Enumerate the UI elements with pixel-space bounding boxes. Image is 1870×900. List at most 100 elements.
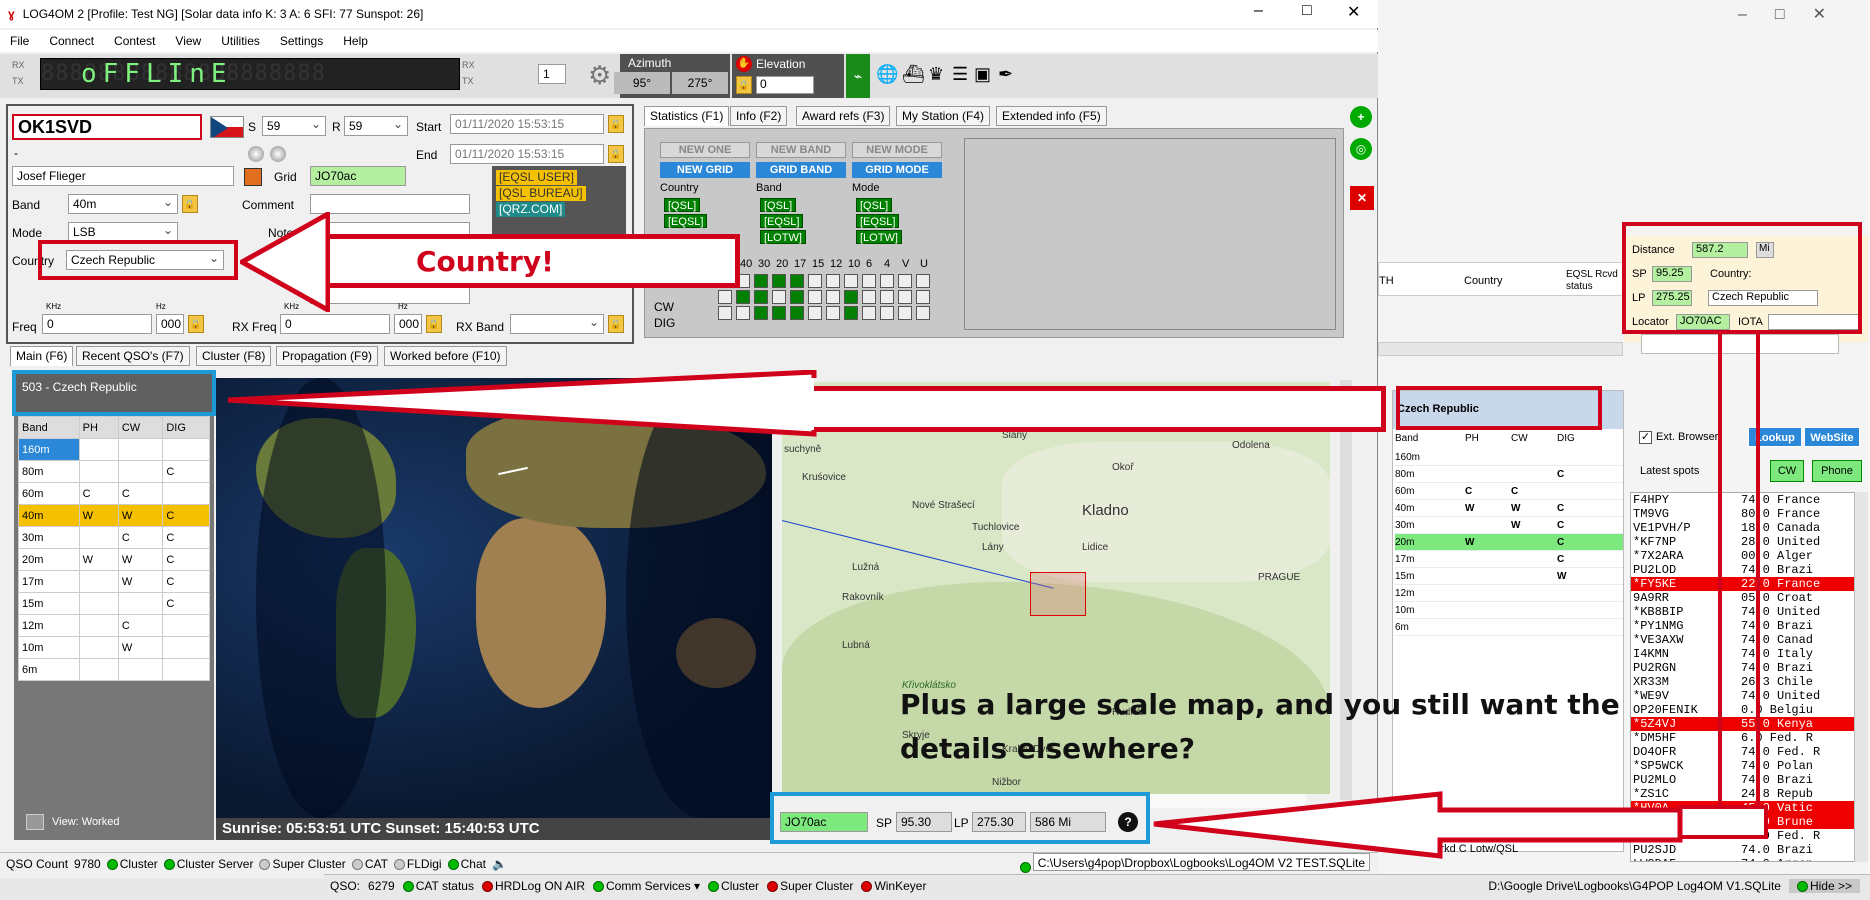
cw-filter-button[interactable]: CW [1770,460,1804,482]
status-cluster-server[interactable]: Cluster Server [163,857,253,871]
band-row[interactable]: 30m C C [18,526,210,549]
spots-scrollbar[interactable] [1854,492,1868,862]
tape-icon[interactable]: ▣ [974,64,991,85]
globe-icon[interactable]: 🌐 [876,64,898,85]
help-icon[interactable]: ? [1118,812,1138,832]
rst-sent-select[interactable]: 59 [262,116,326,136]
qsl-bureau-link[interactable]: [QSL BUREAU] [496,186,586,201]
tab-statistics[interactable]: Statistics (F1) [644,106,730,126]
minimize-button[interactable]: – [1254,2,1263,20]
new-grid-button[interactable]: NEW GRID [660,162,750,178]
hide-button[interactable]: Hide >> [1788,878,1860,893]
stop-icon[interactable]: ✋ [736,56,752,72]
grid-input[interactable]: JO70ac [310,166,406,186]
status2-comm[interactable]: Comm Services ▾ [593,879,700,893]
menu-view[interactable]: View [165,34,211,48]
status-chat[interactable]: Chat [447,857,486,871]
menu-utilities[interactable]: Utilities [211,34,270,48]
status2-cluster[interactable]: Cluster [708,879,759,893]
comment-input[interactable] [310,194,470,214]
azimuth-sp-button[interactable]: 95° [614,72,670,94]
menu-file[interactable]: File [0,34,39,48]
rx-freq-input[interactable]: 0 [280,314,390,334]
band-row[interactable]: 6m [18,658,210,681]
rx-band-select[interactable] [510,314,604,334]
rx-freq-lock-icon[interactable]: 🔒 [426,315,442,333]
tab-cluster[interactable]: Cluster (F8) [196,346,272,366]
azimuth-lp-button[interactable]: 275° [672,72,728,94]
map-lp-field[interactable]: 275.30 [972,812,1026,832]
grid-mode-button[interactable]: GRID MODE [852,162,942,178]
new-one-button[interactable]: NEW ONE [660,142,750,158]
tab-propagation[interactable]: Propagation (F9) [276,346,379,366]
menu-settings[interactable]: Settings [270,34,333,48]
new-mode-button[interactable]: NEW MODE [852,142,942,158]
tab-info[interactable]: Info (F2) [730,106,788,126]
band-lock-icon[interactable]: 🔒 [182,195,198,213]
globe-search-icon[interactable]: ◎ [1350,138,1372,160]
website-button[interactable]: WebSite [1804,427,1860,447]
status2-winkeyer[interactable]: WinKeyer [861,879,926,893]
menu-contest[interactable]: Contest [104,34,165,48]
view-toggle-icon[interactable] [26,814,44,830]
maximize-button[interactable]: □ [1302,2,1312,20]
rx-freq-hz-input[interactable]: 000 [394,314,422,334]
band-row[interactable]: 60m C C [18,482,210,505]
radio-icon-1[interactable] [248,146,264,162]
new-band-button[interactable]: NEW BAND [756,142,846,158]
phone-filter-button[interactable]: Phone [1812,460,1862,482]
tab-main[interactable]: Main (F6) [10,346,74,366]
status2-hrdlog[interactable]: HRDLog ON AIR [481,879,585,893]
status-cat[interactable]: CAT [351,857,388,871]
tab-worked-before[interactable]: Worked before (F10) [384,346,507,366]
band-row[interactable]: 80m C [18,460,210,483]
pen-icon[interactable]: ✒ [998,64,1013,85]
status2-cat[interactable]: CAT status [402,879,474,893]
rx-band-lock-icon[interactable]: 🔒 [608,315,624,333]
name-input[interactable]: Josef Flieger [12,166,234,186]
bg-table-scrollbar[interactable] [1378,342,1623,356]
start-time-input[interactable]: 01/11/2020 15:53:15 [450,114,604,134]
tab-my-station[interactable]: My Station (F4) [896,106,991,126]
menu-connect[interactable]: Connect [39,34,104,48]
mode-select[interactable]: LSB [68,222,178,242]
map-distance-field[interactable]: 586 Mi [1030,812,1106,832]
map-sp-field[interactable]: 95.30 [896,812,952,832]
close-button[interactable]: ✕ [1347,2,1360,22]
gear-icon[interactable]: ⚙ [588,60,611,91]
ext-browser-checkbox[interactable]: ✓ [1639,431,1652,444]
satellite-icon[interactable]: ⛴ [902,64,925,85]
end-time-input[interactable]: 01/11/2020 15:53:15 [450,144,604,164]
speaker-icon[interactable]: 🔈 [492,857,507,871]
band-row[interactable]: 20m W W C [18,548,210,571]
callsign-input[interactable]: OK1SVD [12,114,202,140]
signal-icon[interactable]: ⌁ [846,54,870,98]
status-cluster[interactable]: Cluster [106,857,158,871]
menu-help[interactable]: Help [333,34,378,48]
add-icon[interactable]: + [1350,106,1372,128]
grid-band-button[interactable]: GRID BAND [756,162,846,178]
tab-extended-info[interactable]: Extended info (F5) [996,106,1107,126]
delete-icon[interactable]: ✕ [1350,186,1374,210]
qrz-link[interactable]: [QRZ.COM] [496,202,566,217]
elevation-input[interactable]: 0 [756,76,814,94]
band-select[interactable]: 40m [68,194,178,214]
radio-icon-2[interactable] [270,146,286,162]
chess-icon[interactable]: ♛ [928,64,944,85]
band-row[interactable]: 40m W W C [18,504,210,527]
eqsl-user-link[interactable]: [EQSL USER] [496,170,577,185]
server-icon[interactable]: ☰ [952,64,968,85]
qrz-icon[interactable] [244,168,262,186]
tab-award-refs[interactable]: Award refs (F3) [796,106,891,126]
status-fldigi[interactable]: FLDigi [393,857,442,871]
band-row[interactable]: 160m [18,438,210,461]
band-row[interactable]: 17m W C [18,570,210,593]
freq-input[interactable]: 0 [42,314,152,334]
tab-recent-qsos[interactable]: Recent QSO's (F7) [76,346,190,366]
start-lock-icon[interactable]: 🔒 [608,115,624,133]
status-super-cluster[interactable]: Super Cluster [259,857,346,871]
freq-lock-icon[interactable]: 🔒 [188,315,204,333]
band-row[interactable]: 12m C [18,614,210,637]
band-row[interactable]: 15m C [18,592,210,615]
freq-hz-input[interactable]: 000 [156,314,184,334]
